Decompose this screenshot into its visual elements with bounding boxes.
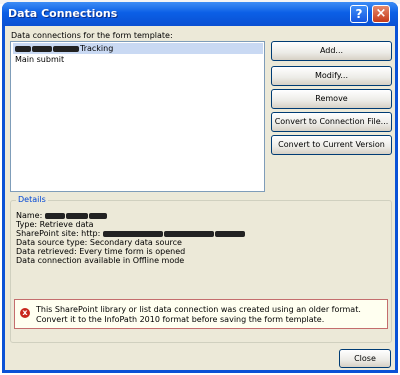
redacted-text	[102, 230, 163, 237]
list-item-tracking[interactable]: Tracking	[13, 43, 263, 54]
detail-site-label: SharePoint site: http:	[16, 229, 101, 238]
detail-name-label: Name:	[16, 211, 43, 220]
redacted-text	[44, 212, 65, 219]
redacted-text	[214, 230, 245, 237]
detail-name: Name:	[16, 211, 108, 220]
dialog-body: Data connections for the form template: …	[5, 26, 395, 370]
redacted-text	[65, 212, 88, 219]
close-button[interactable]: Close	[339, 349, 391, 368]
list-item-label: Main submit	[15, 55, 65, 64]
warning-box: x This SharePoint library or list data c…	[14, 299, 388, 329]
redacted-text	[88, 212, 107, 219]
help-icon: ?	[355, 7, 363, 21]
title-close-button[interactable]: ×	[372, 5, 390, 23]
connections-list[interactable]: Tracking Main submit	[10, 41, 265, 192]
warning-text: This SharePoint library or list data con…	[36, 305, 361, 324]
redacted-text	[53, 45, 79, 52]
detail-type: Type: Retrieve data	[16, 220, 94, 229]
help-button[interactable]: ?	[350, 5, 368, 23]
detail-site: SharePoint site: http:	[16, 229, 246, 238]
details-group: Details Name: Type: Retrieve data ShareP…	[10, 195, 392, 343]
details-legend: Details	[16, 195, 48, 204]
redacted-text	[32, 45, 52, 52]
connections-label: Data connections for the form template:	[11, 31, 173, 40]
add-button[interactable]: Add...	[271, 41, 392, 61]
title-bar[interactable]: Data Connections ? ×	[2, 2, 398, 26]
detail-offline: Data connection available in Offline mod…	[16, 256, 185, 265]
modify-button[interactable]: Modify...	[271, 66, 392, 86]
list-item-main-submit[interactable]: Main submit	[13, 54, 64, 65]
error-icon: x	[20, 308, 30, 318]
remove-button[interactable]: Remove	[271, 89, 392, 109]
data-connections-dialog: Data Connections ? × Data connections fo…	[2, 2, 398, 373]
list-item-label: Tracking	[80, 44, 114, 53]
dialog-title: Data Connections	[8, 7, 118, 20]
detail-retrieved: Data retrieved: Every time form is opene…	[16, 247, 186, 256]
convert-to-connection-file-button[interactable]: Convert to Connection File...	[271, 112, 392, 132]
redacted-text	[163, 230, 214, 237]
convert-to-current-version-button[interactable]: Convert to Current Version	[271, 135, 392, 155]
detail-source-type: Data source type: Secondary data source	[16, 238, 182, 247]
close-icon: ×	[375, 6, 387, 21]
redacted-text	[15, 45, 31, 52]
